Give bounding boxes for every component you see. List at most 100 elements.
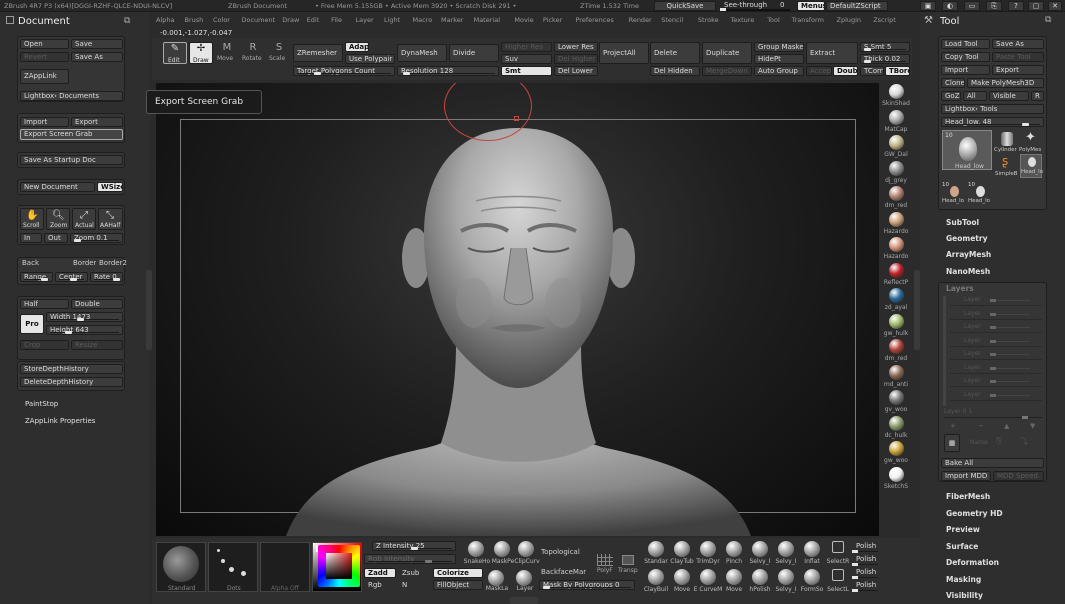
canvas[interactable] [156,83,879,536]
nanomesh-section[interactable]: NanoMesh [946,267,990,276]
height-slider[interactable]: Height 643 [46,325,123,335]
adaptive-button[interactable]: Adap [345,42,369,52]
zoom-button[interactable]: 🔍︎ Zoom [46,208,70,230]
thick-slider[interactable]: Thick 0.02 [860,54,910,64]
brush-thumbnail[interactable]: Standard [156,542,206,592]
paintstop-link[interactable]: PaintStop [25,400,58,409]
brush-1-7[interactable]: SelectL [825,568,851,595]
menu-preferences[interactable]: Preferences [576,16,614,24]
half-button[interactable]: Half [20,299,69,309]
zadd-button[interactable]: Zadd [364,568,396,578]
menu-light[interactable]: Light [384,16,400,24]
brush-0-1[interactable]: ClayTub [669,540,695,567]
menu-stroke[interactable]: Stroke [698,16,719,24]
rate-slider[interactable]: Rate 0. [90,272,123,282]
menu-macro[interactable]: Macro [413,16,433,24]
geometry-section[interactable]: Geometry [946,234,987,243]
brush-1-3[interactable]: Move [721,568,747,595]
layer-row[interactable]: Layer [950,390,1042,401]
lower-res-button[interactable]: Lower Res [554,42,598,52]
menu-file[interactable]: File [331,16,342,24]
menu-document[interactable]: Document [242,16,276,24]
del-higher-button[interactable]: Del Higher [554,54,598,64]
goz-button[interactable]: GoZ [941,91,961,101]
current-tool-slider[interactable]: Head_low. 48 [941,117,1044,127]
group-masked-button[interactable]: Group Masked [754,42,804,52]
layer-row-strength-slider[interactable] [990,393,1030,397]
tcorner-button[interactable]: TCorn [860,66,884,76]
n-button[interactable]: N [398,580,430,590]
material-5-sphere[interactable] [889,211,904,227]
delete-button[interactable]: Delete [650,42,700,64]
new-document-button[interactable]: New Document [20,182,95,192]
layer-row-strength-slider[interactable] [990,299,1030,302]
layer-row[interactable]: Layer [950,349,1042,360]
layer-delete-button[interactable]: ▦ [944,434,960,452]
menu-movie[interactable]: Movie [514,16,533,24]
left-splitter[interactable] [146,270,152,350]
mdd-speed-slider[interactable]: MDD Speed [993,471,1044,481]
scale-mode-button[interactable]: S Scale [268,42,290,64]
layer-row[interactable]: Layer [950,376,1042,387]
brush-0-2[interactable]: TrimDyr [695,540,721,567]
import-button[interactable]: Import [20,117,69,127]
tool-thumb-head-b[interactable]: 10 Head_lo [968,182,992,206]
rotate-mode-button[interactable]: R Rotate [241,42,265,64]
menu-alpha[interactable]: Alpha [156,16,174,24]
layer-row[interactable]: Layer [950,295,1042,306]
active-tool-thumbnail[interactable]: 10 Head_low [942,130,992,170]
visibility-section[interactable]: Visibility [946,591,983,600]
color-sv-square[interactable] [326,553,352,579]
del-hidden-button[interactable]: Del Hidden [650,66,700,76]
goz-all-button[interactable]: All [963,91,987,101]
layer-down-icon[interactable]: ▼ [1030,422,1035,430]
layer-row[interactable]: Layer [950,309,1042,320]
material-12-sphere[interactable] [889,390,904,405]
fillobject-button[interactable]: FillObject [433,580,483,590]
fibermesh-section[interactable]: FiberMesh [946,492,990,501]
zsub-button[interactable]: Zsub [398,568,430,578]
brush-1-5[interactable]: Selvy_I [773,568,799,595]
tool-import-button[interactable]: Import [941,65,990,75]
tborder-button[interactable]: TBord [885,66,910,76]
polyf-button[interactable]: PolyF [594,554,616,576]
menu-picker[interactable]: Picker [543,16,562,24]
mask-by-polygroups-slider[interactable]: Mask By Polygroups 0 [539,580,635,590]
crop-button[interactable]: Crop [20,340,69,350]
restore-icon[interactable]: ⎘ [986,1,1002,11]
save-startup-doc-button[interactable]: Save As Startup Doc [20,155,123,165]
hidept-button[interactable]: HidePt [754,54,804,64]
brush-1-2[interactable]: E CurveM [694,568,722,595]
layers-scrollbar[interactable] [943,296,946,406]
aahalf-button[interactable]: ⤡ AAHalf [98,208,123,230]
zapplink-button[interactable]: ZAppLink [20,69,69,84]
layer-merge-icon[interactable]: ⤵ [1020,436,1028,447]
geometry-hd-section[interactable]: Geometry HD [946,509,1003,518]
backfacemask-label[interactable]: BackfaceMar [541,568,586,577]
zoom-in-button[interactable]: In [20,233,42,243]
alpha-thumbnail[interactable]: Alpha Off [260,542,310,592]
surface-section[interactable]: Surface [946,542,978,551]
mergedown-button[interactable]: MergeDown [702,66,752,76]
material-10-sphere[interactable] [889,339,904,354]
material-4-sphere[interactable] [889,186,904,201]
material-11-sphere[interactable] [889,364,904,380]
tool-thumb-cylinder[interactable]: Cylinder [994,130,1018,154]
zoom-slider[interactable]: Zoom 0.1 [70,233,123,243]
brush-1-0[interactable]: ClayBuil [643,568,669,595]
brush-1-6[interactable]: FormSo [799,568,825,595]
menu-stencil[interactable]: Stencil [661,16,683,24]
layer-row-strength-slider[interactable] [990,326,1030,329]
draw-mode-button[interactable]: ✢ Draw [189,42,213,64]
menu-texture[interactable]: Texture [731,16,755,24]
quicksave-button[interactable]: QuickSave [654,1,716,11]
bake-all-button[interactable]: Bake All [941,458,1044,468]
open-button[interactable]: Open [20,39,69,49]
clipcurve-brush[interactable]: ClipCurv [512,541,540,569]
divide-button[interactable]: Divide [449,44,499,62]
import-mdd-button[interactable]: Import MDD [941,471,991,481]
extract-button[interactable]: Extract [806,42,858,64]
layer-row-strength-slider[interactable] [990,366,1030,370]
material-8-sphere[interactable] [889,288,904,303]
brush-0-5[interactable]: Selvy_I [773,540,799,567]
